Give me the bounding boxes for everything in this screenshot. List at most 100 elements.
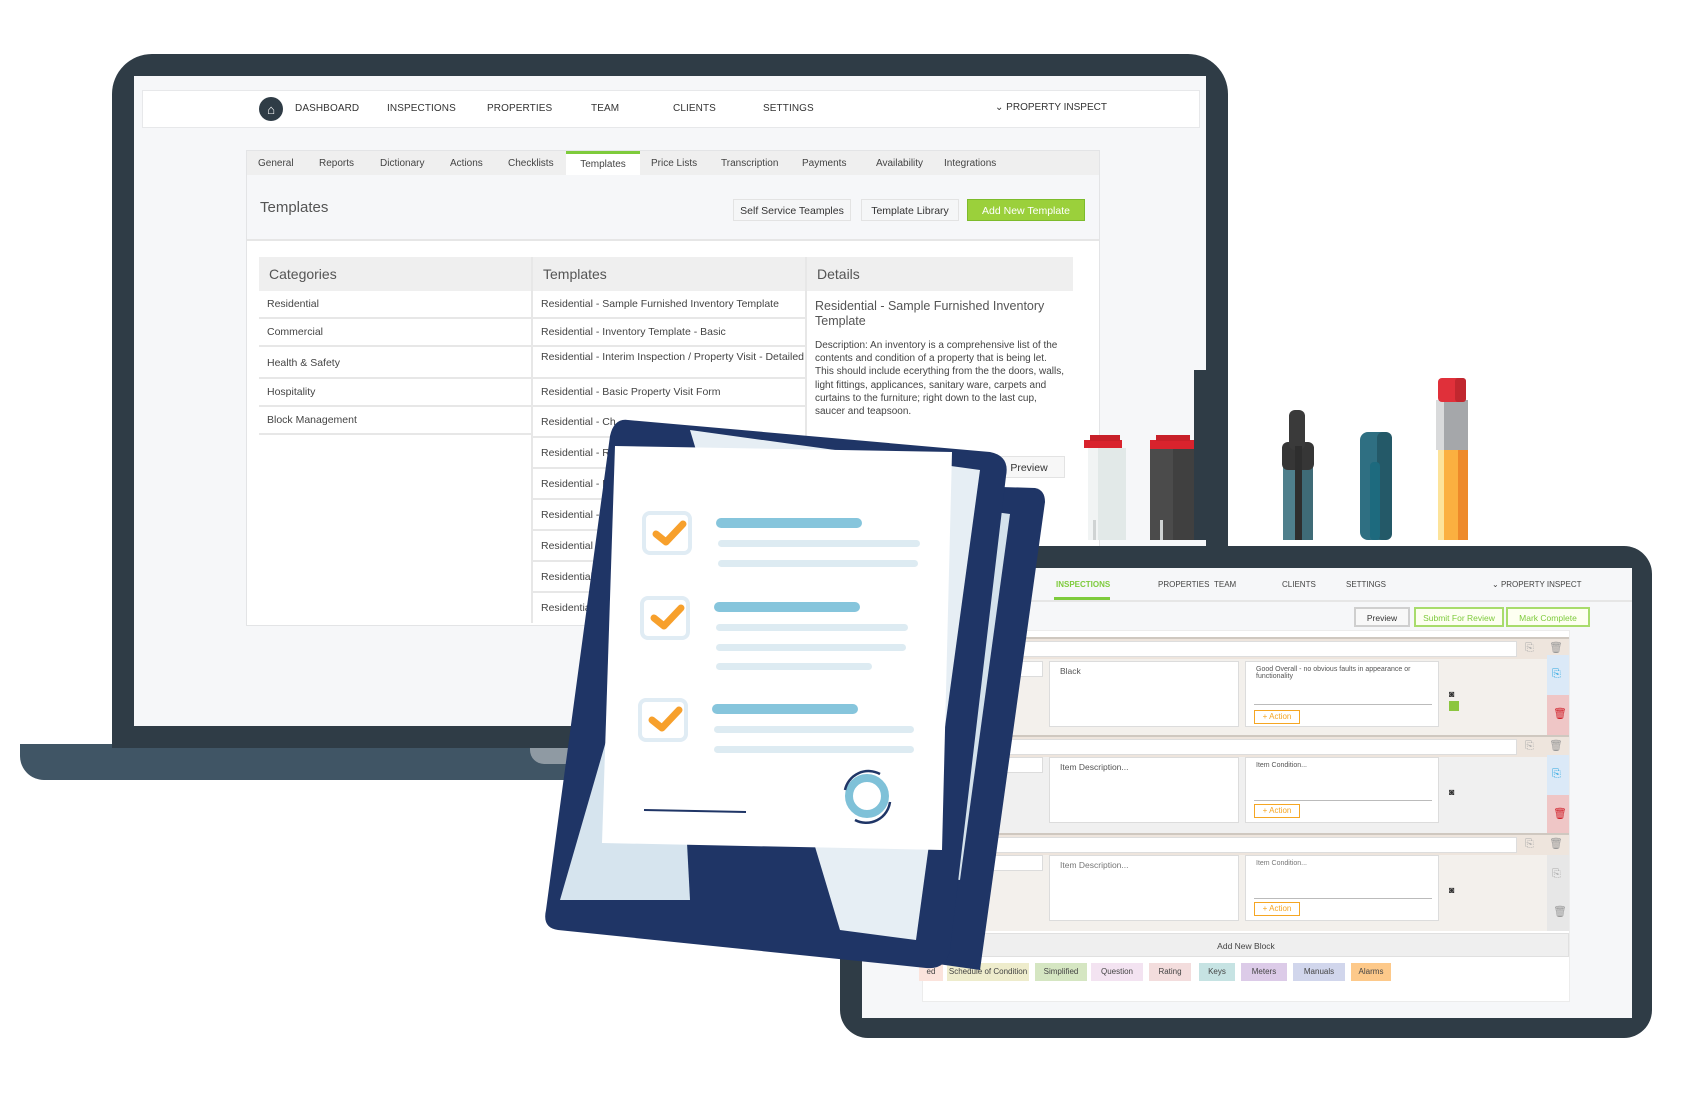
tab-general[interactable]: General [258, 158, 294, 169]
checkbox-icon [642, 511, 692, 555]
camera-icon[interactable]: ◙ [1449, 885, 1454, 896]
item-condition-input[interactable]: Item Condition... + Action [1245, 855, 1439, 921]
trash-icon[interactable]: 🗑 [1549, 741, 1563, 752]
item-condition-input[interactable]: Good Overall - no obvious faults in appe… [1245, 661, 1439, 727]
item-side-actions: ⎘ 🗑 [1547, 855, 1569, 931]
pencil-icon [1436, 378, 1468, 540]
item-condition-text: Good Overall - no obvious faults in appe… [1256, 666, 1411, 680]
tab-actions[interactable]: Actions [450, 158, 483, 169]
copy-item-button[interactable]: ⎘ [1547, 655, 1569, 695]
item-description-input[interactable]: Item Description... [1049, 855, 1239, 921]
pen-dark-icon [1282, 410, 1314, 540]
chevron-down-icon: ⌄ [1492, 580, 1501, 589]
divider [1254, 704, 1432, 705]
submit-for-review-button[interactable]: Submit For Review [1414, 607, 1504, 627]
template-item[interactable]: Residential - Basic Property Visit Form [533, 379, 805, 407]
tablet-nav-settings[interactable]: SETTINGS [1346, 580, 1386, 589]
account-menu[interactable]: ⌄ PROPERTY INSPECT [995, 102, 1107, 113]
categories-header: Categories [259, 257, 531, 291]
copy-item-button[interactable]: ⎘ [1547, 755, 1569, 795]
templates-header: Templates [533, 257, 805, 291]
tablet-account-menu[interactable]: ⌄ PROPERTY INSPECT [1492, 580, 1582, 589]
add-action-button[interactable]: + Action [1254, 710, 1300, 724]
tab-price-lists[interactable]: Price Lists [651, 158, 697, 169]
checkbox-icon [638, 698, 688, 742]
tablet-preview-button[interactable]: Preview [1354, 607, 1410, 627]
tab-templates[interactable]: Templates [566, 151, 640, 175]
trash-icon: 🗑 [1553, 808, 1567, 820]
tablet-nav-properties[interactable]: PROPERTIES [1158, 580, 1209, 589]
tab-availability[interactable]: Availability [876, 158, 923, 169]
template-item[interactable]: Residential - Interim Inspection / Prope… [533, 347, 805, 379]
settings-tabs: General Reports Dictionary Actions Check… [247, 151, 1099, 175]
copy-icon: ⎘ [1552, 768, 1561, 780]
add-action-button[interactable]: + Action [1254, 902, 1300, 916]
add-action-button[interactable]: + Action [1254, 804, 1300, 818]
tab-dictionary[interactable]: Dictionary [380, 158, 424, 169]
template-library-button[interactable]: Template Library [861, 199, 959, 221]
pens-illustration [1084, 370, 1468, 540]
checklist-paper [602, 446, 952, 850]
tab-transcription[interactable]: Transcription [721, 158, 778, 169]
item-description-input[interactable]: Item Description... [1049, 757, 1239, 823]
marker-black-icon [1150, 435, 1194, 540]
block-chip-keys[interactable]: Keys [1199, 963, 1235, 981]
item-condition-text: Item Condition... [1256, 860, 1307, 867]
nav-team[interactable]: TEAM [591, 103, 619, 114]
copy-icon[interactable]: ⎘ [1552, 869, 1561, 880]
category-item[interactable]: Residential [259, 291, 531, 319]
active-tab-indicator [1054, 597, 1110, 600]
category-item[interactable]: Block Management [259, 407, 531, 435]
tab-integrations[interactable]: Integrations [944, 158, 996, 169]
divider [1254, 898, 1432, 899]
details-title: Residential - Sample Furnished Inventory… [815, 299, 1045, 328]
block-chip-question[interactable]: Question [1091, 963, 1143, 981]
tablet-nav-clients[interactable]: CLIENTS [1282, 580, 1316, 589]
category-item[interactable]: Hospitality [259, 379, 531, 407]
self-service-templates-button[interactable]: Self Service Teamples [733, 199, 851, 221]
laptop-edge [1194, 370, 1215, 540]
copy-icon[interactable]: ⎘ [1525, 643, 1534, 654]
category-item[interactable]: Health & Safety [259, 347, 531, 379]
tablet-nav-inspections[interactable]: INSPECTIONS [1056, 580, 1110, 589]
add-new-template-button[interactable]: Add New Template [967, 199, 1085, 221]
tab-reports[interactable]: Reports [319, 158, 354, 169]
nav-settings[interactable]: SETTINGS [763, 103, 814, 114]
mark-complete-button[interactable]: Mark Complete [1506, 607, 1590, 627]
tab-checklists[interactable]: Checklists [508, 158, 554, 169]
details-header: Details [807, 257, 1073, 291]
camera-icon[interactable]: ◙ [1449, 689, 1454, 700]
item-description-input[interactable]: Black [1049, 661, 1239, 727]
delete-item-button[interactable]: 🗑 [1547, 695, 1569, 735]
block-chip-alarms[interactable]: Alarms [1351, 963, 1391, 981]
categories-column: Categories Residential Commercial Health… [259, 257, 531, 435]
status-swatch [1449, 701, 1459, 711]
nav-properties[interactable]: PROPERTIES [487, 103, 552, 114]
pen-teal-icon [1360, 432, 1392, 540]
page-title: Templates [260, 199, 329, 216]
templates-header: Templates Self Service Teamples Template… [247, 175, 1099, 241]
template-item[interactable]: Residential - Sample Furnished Inventory… [533, 291, 805, 319]
checkbox-icon [640, 596, 690, 640]
clipboard-illustration [545, 419, 1045, 970]
template-item[interactable]: Residential - Inventory Template - Basic [533, 319, 805, 347]
nav-dashboard[interactable]: DASHBOARD [295, 103, 359, 114]
item-condition-text: Item Condition... [1256, 762, 1307, 769]
delete-item-button[interactable]: 🗑 [1547, 795, 1569, 835]
trash-icon[interactable]: 🗑 [1549, 839, 1563, 850]
tablet-nav-team[interactable]: TEAM [1214, 580, 1236, 589]
house-search-logo-icon[interactable]: ⌂ [259, 97, 283, 121]
item-condition-input[interactable]: Item Condition... + Action [1245, 757, 1439, 823]
trash-icon[interactable]: 🗑 [1549, 643, 1563, 654]
trash-icon[interactable]: 🗑 [1553, 907, 1567, 918]
nav-inspections[interactable]: INSPECTIONS [387, 103, 456, 114]
block-chip-meters[interactable]: Meters [1241, 963, 1287, 981]
block-chip-manuals[interactable]: Manuals [1293, 963, 1345, 981]
camera-icon[interactable]: ◙ [1449, 787, 1454, 798]
copy-icon[interactable]: ⎘ [1525, 839, 1534, 850]
tab-payments[interactable]: Payments [802, 158, 846, 169]
copy-icon[interactable]: ⎘ [1525, 741, 1534, 752]
block-chip-rating[interactable]: Rating [1149, 963, 1191, 981]
category-item[interactable]: Commercial [259, 319, 531, 347]
nav-clients[interactable]: CLIENTS [673, 103, 716, 114]
